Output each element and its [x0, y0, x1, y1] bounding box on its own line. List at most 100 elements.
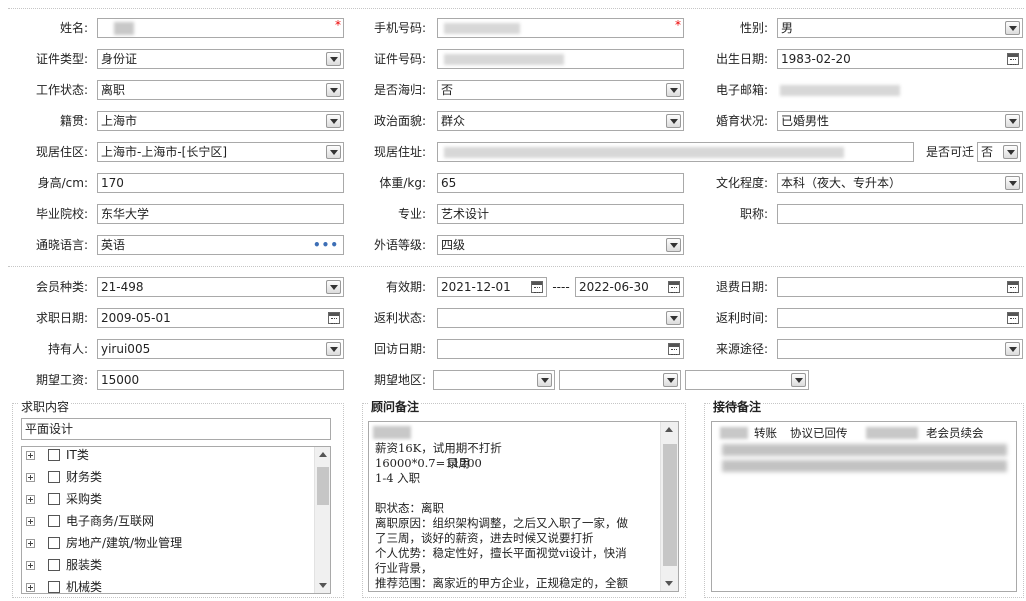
chevron-down-icon[interactable] — [326, 280, 341, 294]
calendar-icon[interactable] — [1007, 53, 1019, 65]
redacted-email — [780, 85, 900, 96]
weight-field[interactable]: 65 — [437, 173, 684, 193]
scroll-down-icon[interactable] — [319, 583, 327, 588]
chevron-down-icon[interactable] — [663, 373, 678, 387]
chevron-down-icon[interactable] — [1005, 342, 1020, 356]
tree-item[interactable]: 采购类 — [22, 488, 312, 510]
address-field[interactable] — [437, 142, 914, 162]
marital-status-select[interactable]: 已婚男性 — [777, 111, 1023, 131]
language-level-select[interactable]: 四级 — [437, 235, 684, 255]
rebate-status-select[interactable] — [437, 308, 684, 328]
consultant-notes-textarea[interactable]: 录用 薪资16K，试用期不打折 16000*0.7=11200 1-4 入职 职… — [368, 421, 679, 592]
tree-item[interactable]: 机械类 — [22, 576, 312, 593]
region-province-select[interactable] — [433, 370, 555, 390]
political-status-select[interactable]: 群众 — [437, 111, 684, 131]
gender-select[interactable]: 男 — [777, 18, 1023, 38]
salary-field[interactable]: 15000 — [97, 370, 344, 390]
notes-scrollbar[interactable] — [660, 422, 678, 591]
region-district-select[interactable] — [685, 370, 809, 390]
id-type-select[interactable]: 身份证 — [97, 49, 344, 69]
visit-date-field[interactable] — [437, 339, 684, 359]
native-place-select[interactable]: 上海市 — [97, 111, 344, 131]
expand-icon[interactable] — [26, 517, 35, 526]
language-field[interactable]: 英语 ••• — [97, 235, 344, 255]
chevron-down-icon[interactable] — [666, 114, 681, 128]
checkbox[interactable] — [48, 471, 60, 483]
tree-item[interactable]: 房地产/建筑/物业管理 — [22, 532, 312, 554]
chevron-down-icon[interactable] — [1005, 176, 1020, 190]
job-date-field[interactable]: 2009-05-01 — [97, 308, 344, 328]
expand-icon[interactable] — [26, 473, 35, 482]
scroll-thumb[interactable] — [663, 444, 677, 566]
rebate-time-field[interactable] — [777, 308, 1023, 328]
checkbox[interactable] — [48, 449, 60, 461]
refund-date-field[interactable] — [777, 277, 1023, 297]
birth-date-field[interactable]: 1983-02-20 — [777, 49, 1023, 69]
more-options-icon[interactable]: ••• — [313, 236, 339, 254]
language-level-value: 四级 — [441, 238, 466, 252]
chevron-down-icon[interactable] — [326, 342, 341, 356]
education-select[interactable]: 本科（夜大、专升本） — [777, 173, 1023, 193]
valid-from-field[interactable]: 2021-12-01 — [437, 277, 547, 297]
id-number-field[interactable] — [437, 49, 684, 69]
major-field[interactable]: 艺术设计 — [437, 204, 684, 224]
tree-item[interactable]: 电子商务/互联网 — [22, 510, 312, 532]
scroll-thumb[interactable] — [317, 467, 329, 505]
chevron-down-icon[interactable] — [1003, 145, 1018, 159]
email-field[interactable] — [777, 80, 1023, 100]
expand-icon[interactable] — [26, 495, 35, 504]
chevron-down-icon[interactable] — [666, 238, 681, 252]
scroll-up-icon[interactable] — [665, 427, 673, 432]
validity-label: 有效期: — [385, 280, 426, 294]
valid-to-field[interactable]: 2022-06-30 — [575, 277, 684, 297]
tree-scrollbar[interactable] — [314, 447, 330, 593]
chevron-down-icon[interactable] — [1005, 114, 1020, 128]
school-field[interactable]: 东华大学 — [97, 204, 344, 224]
calendar-icon[interactable] — [531, 281, 543, 293]
checkbox[interactable] — [48, 493, 60, 505]
checkbox[interactable] — [48, 537, 60, 549]
expand-icon[interactable] — [26, 583, 35, 592]
reception-notes-textarea[interactable]: 转账 协议已回传 老会员续会 — [711, 421, 1017, 592]
calendar-icon[interactable] — [668, 281, 680, 293]
chevron-down-icon[interactable] — [537, 373, 552, 387]
scroll-up-icon[interactable] — [319, 452, 327, 457]
relocate-select[interactable]: 否 — [977, 142, 1021, 162]
checkbox[interactable] — [48, 581, 60, 593]
calendar-icon[interactable] — [1007, 281, 1019, 293]
chevron-down-icon[interactable] — [791, 373, 806, 387]
selected-job-field[interactable]: 平面设计 — [21, 418, 331, 440]
member-type-select[interactable]: 21-498 — [97, 277, 344, 297]
title-field[interactable] — [777, 204, 1023, 224]
expand-icon[interactable] — [26, 451, 35, 460]
expand-icon[interactable] — [26, 561, 35, 570]
returnee-select[interactable]: 否 — [437, 80, 684, 100]
chevron-down-icon[interactable] — [666, 311, 681, 325]
mobile-field[interactable]: * — [437, 18, 684, 38]
holder-select[interactable]: yirui005 — [97, 339, 344, 359]
checkbox[interactable] — [48, 515, 60, 527]
scroll-down-icon[interactable] — [665, 581, 673, 586]
name-field[interactable]: * — [97, 18, 344, 38]
region-city-select[interactable] — [559, 370, 681, 390]
chevron-down-icon[interactable] — [326, 83, 341, 97]
chevron-down-icon[interactable] — [1005, 21, 1020, 35]
address-label: 现居住址: — [373, 145, 426, 159]
calendar-icon[interactable] — [668, 343, 680, 355]
checkbox[interactable] — [48, 559, 60, 571]
tree-item[interactable]: 服装类 — [22, 554, 312, 576]
work-status-select[interactable]: 离职 — [97, 80, 344, 100]
chevron-down-icon[interactable] — [326, 114, 341, 128]
chevron-down-icon[interactable] — [666, 83, 681, 97]
calendar-icon[interactable] — [328, 312, 340, 324]
height-field[interactable]: 170 — [97, 173, 344, 193]
source-select[interactable] — [777, 339, 1023, 359]
residence-area-select[interactable]: 上海市-上海市-[长宁区] — [97, 142, 344, 162]
chevron-down-icon[interactable] — [326, 52, 341, 66]
tree-item[interactable]: 财务类 — [22, 466, 312, 488]
calendar-icon[interactable] — [1007, 312, 1019, 324]
chevron-down-icon[interactable] — [326, 145, 341, 159]
expand-icon[interactable] — [26, 539, 35, 548]
tree-item[interactable]: IT类 — [22, 447, 312, 466]
weight-label: 体重/kg: — [379, 176, 426, 190]
